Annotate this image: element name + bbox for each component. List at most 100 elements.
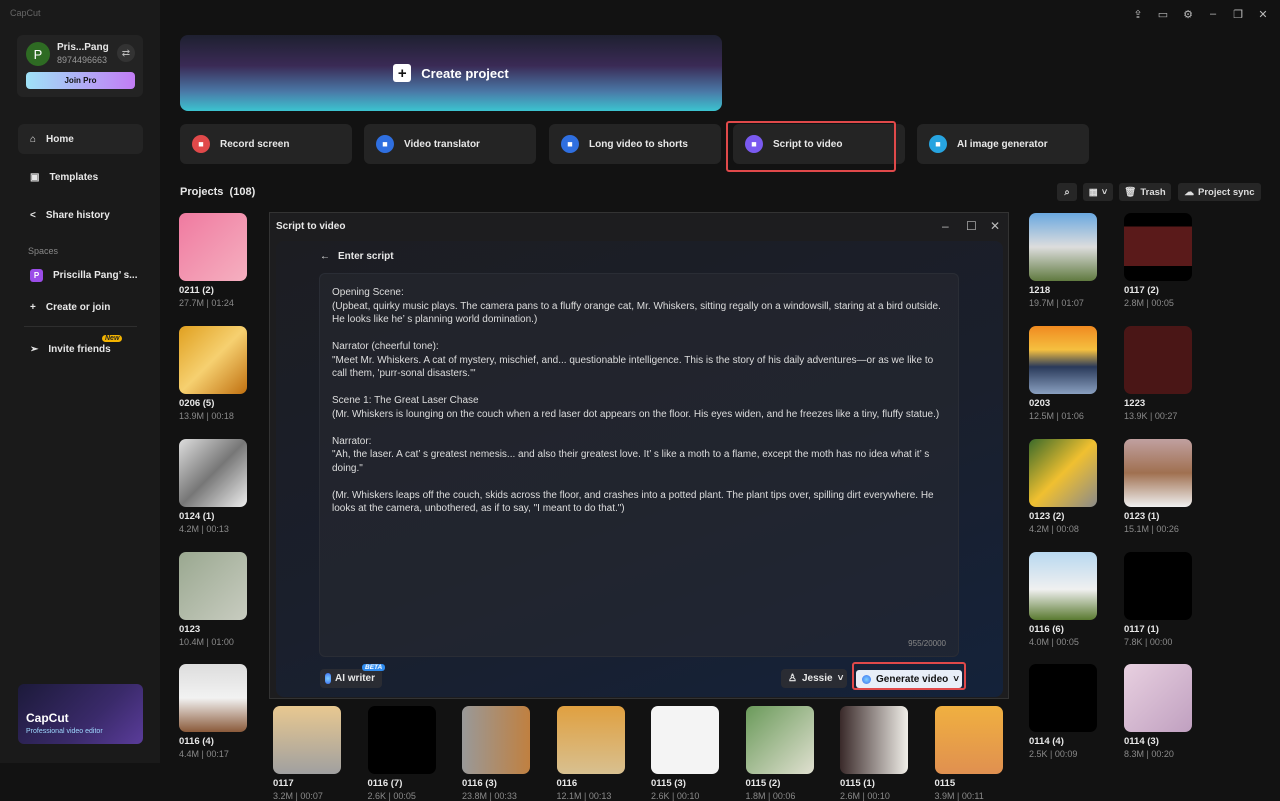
space-item[interactable]: P Priscilla Pang’ s...	[18, 260, 143, 290]
minimize-icon[interactable]: –	[942, 219, 949, 233]
project-card[interactable]: 0203 12.5M | 01:06	[1029, 326, 1097, 421]
switch-account-icon[interactable]: ⇄	[117, 44, 135, 62]
minimize-icon[interactable]: –	[1206, 8, 1220, 21]
close-icon[interactable]: ✕	[1256, 8, 1270, 21]
voice-select[interactable]: ♙ Jessie ˅	[781, 669, 847, 688]
chevron-down-icon: ˅	[1101, 186, 1108, 198]
project-card[interactable]: 0115 3.9M | 00:11	[934, 706, 1003, 801]
project-thumbnail[interactable]	[179, 213, 247, 281]
settings-icon[interactable]: ⚙	[1181, 8, 1195, 21]
project-thumbnail[interactable]	[1124, 326, 1192, 394]
voice-label: Jessie	[801, 673, 833, 684]
project-card[interactable]: 0117 (2) 2.8M | 00:05	[1124, 213, 1192, 308]
project-thumbnail[interactable]	[179, 326, 247, 394]
project-card[interactable]: 0117 3.2M | 00:07	[273, 706, 341, 801]
project-card[interactable]: 1218 19.7M | 01:07	[1029, 213, 1097, 308]
project-thumbnail[interactable]	[179, 439, 247, 507]
project-card[interactable]: 0116 12.1M | 00:13	[556, 706, 625, 801]
tool-video-translator[interactable]: ■ Video translator	[364, 124, 536, 164]
project-thumbnail[interactable]	[1124, 552, 1192, 620]
project-name: 0115 (1)	[840, 778, 875, 789]
project-card[interactable]: 0124 (1) 4.2M | 00:13	[179, 439, 247, 534]
project-thumbnail[interactable]	[1029, 326, 1097, 394]
project-thumbnail[interactable]	[1124, 439, 1192, 507]
project-card[interactable]: 0116 (3) 23.8M | 00:33	[462, 706, 530, 801]
project-thumbnail[interactable]	[1029, 439, 1097, 507]
project-meta: 2.6K | 00:05	[367, 791, 416, 801]
window-controls: ⇪ ▭ ⚙ – ❐ ✕	[1131, 8, 1270, 21]
project-card[interactable]: 0123 (2) 4.2M | 00:08	[1029, 439, 1097, 534]
upload-icon[interactable]: ⇪	[1131, 8, 1145, 21]
arrow-left-icon: ←	[320, 251, 330, 262]
project-name: 0115	[934, 778, 956, 789]
tool-label: Record screen	[220, 138, 290, 150]
sidebar-item-share-history[interactable]: < Share history	[18, 200, 143, 230]
project-thumbnail[interactable]	[556, 706, 625, 774]
dialog-panel: ← Enter script Opening Scene: (Upbeat, qu…	[276, 241, 1003, 697]
project-thumbnail[interactable]	[462, 706, 530, 774]
invite-friends-button[interactable]: ➢ Invite friends	[18, 334, 143, 364]
project-thumbnail[interactable]	[367, 706, 436, 774]
project-name: 0117 (2)	[1124, 285, 1159, 296]
grid-icon: ▦	[1088, 186, 1098, 198]
project-card[interactable]: 1223 13.9K | 00:27	[1124, 326, 1192, 421]
project-thumbnail[interactable]	[179, 664, 247, 732]
divider	[24, 326, 137, 327]
trash-label: Trash	[1140, 186, 1166, 198]
promo-card[interactable]: CapCut Professional video editor	[18, 684, 143, 744]
project-thumbnail[interactable]	[179, 552, 247, 620]
project-thumbnail[interactable]	[840, 706, 908, 774]
project-thumbnail[interactable]	[934, 706, 1003, 774]
project-thumbnail[interactable]	[273, 706, 341, 774]
project-card[interactable]: 0116 (6) 4.0M | 00:05	[1029, 552, 1097, 647]
project-thumbnail[interactable]	[1124, 213, 1192, 281]
project-card[interactable]: 0123 (1) 15.1M | 00:26	[1124, 439, 1192, 534]
project-card[interactable]: 0206 (5) 13.9M | 00:18	[179, 326, 247, 421]
back-button[interactable]: ← Enter script	[320, 251, 394, 262]
close-icon[interactable]: ✕	[990, 219, 1000, 233]
tool-label: Video translator	[404, 138, 480, 150]
project-card[interactable]: 0117 (1) 7.8K | 00:00	[1124, 552, 1192, 647]
project-thumbnail[interactable]	[1029, 213, 1097, 281]
project-name: 0116 (7)	[367, 778, 403, 789]
project-thumbnail[interactable]	[651, 706, 719, 774]
project-thumbnail[interactable]	[1124, 664, 1192, 732]
project-card[interactable]: 0114 (4) 2.5K | 00:09	[1029, 664, 1097, 759]
ai-writer-label: AI writer	[335, 673, 376, 684]
new-badge: New	[102, 335, 123, 342]
sidebar-item-templates[interactable]: ▣ Templates	[18, 162, 143, 192]
avatar[interactable]: P	[26, 42, 50, 66]
project-card[interactable]: 0115 (2) 1.8M | 00:06	[745, 706, 814, 801]
project-card[interactable]: 0116 (7) 2.6K | 00:05	[367, 706, 436, 801]
tool-record-screen[interactable]: ■ Record screen	[180, 124, 352, 164]
project-thumbnail[interactable]	[745, 706, 814, 774]
restore-icon[interactable]: ❐	[1231, 8, 1245, 21]
create-or-join-button[interactable]: + Create or join	[18, 292, 143, 322]
sidebar-item-home[interactable]: ⌂ Home	[18, 124, 143, 154]
trash-button[interactable]: 🗑 Trash	[1119, 183, 1171, 201]
project-sync-button[interactable]: ☁ Project sync	[1178, 183, 1261, 201]
view-toggle-button[interactable]: ▦ ˅	[1083, 183, 1113, 201]
send-icon: ➢	[30, 343, 39, 355]
tool-long-video-to-shorts[interactable]: ■ Long video to shorts	[549, 124, 721, 164]
create-project-button[interactable]: + Create project	[180, 35, 722, 111]
script-text[interactable]: Opening Scene: (Upbeat, quirky music pla…	[332, 287, 944, 514]
project-meta: 2.5K | 00:09	[1029, 749, 1078, 759]
project-card[interactable]: 0116 (4) 4.4M | 00:17	[179, 664, 247, 759]
project-name: 0203	[1029, 398, 1051, 409]
maximize-icon[interactable]: ☐	[966, 219, 977, 233]
project-card[interactable]: 0123 10.4M | 01:00	[179, 552, 247, 647]
ai-writer-button[interactable]: AI writer	[320, 669, 382, 688]
project-card[interactable]: 0211 (2) 27.7M | 01:24	[179, 213, 247, 308]
search-button[interactable]: ⌕	[1057, 183, 1077, 201]
project-card[interactable]: 0114 (3) 8.3M | 00:20	[1124, 664, 1192, 759]
feedback-icon[interactable]: ▭	[1156, 8, 1170, 21]
project-thumbnail[interactable]	[1029, 664, 1097, 732]
project-thumbnail[interactable]	[1029, 552, 1097, 620]
tool-ai-image-generator[interactable]: ■ AI image generator	[917, 124, 1089, 164]
project-meta: 15.1M | 00:26	[1124, 524, 1179, 534]
script-input[interactable]: Opening Scene: (Upbeat, quirky music pla…	[319, 273, 959, 657]
join-pro-button[interactable]: Join Pro	[26, 72, 135, 89]
project-card[interactable]: 0115 (3) 2.6K | 00:10	[651, 706, 719, 801]
project-card[interactable]: 0115 (1) 2.6M | 00:10	[840, 706, 908, 801]
